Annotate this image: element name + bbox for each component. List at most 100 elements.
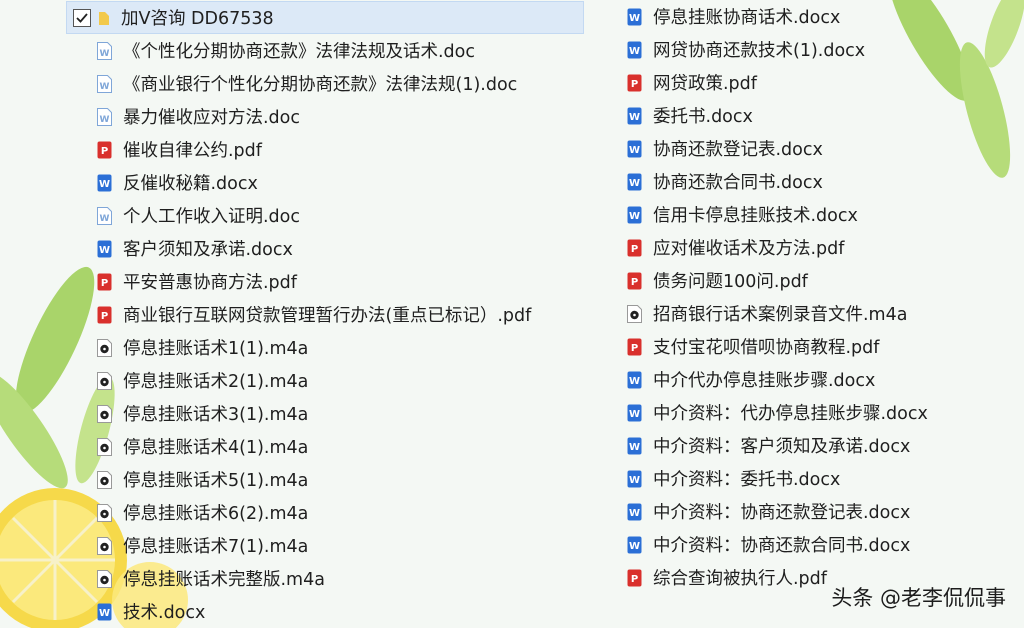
svg-text:W: W	[100, 49, 110, 59]
folder-header-row[interactable]: 加V咨询 DD67538	[66, 1, 584, 34]
file-row[interactable]: W 信用卡停息挂账技术.docx	[626, 198, 966, 231]
file-name: 反催收秘籍.docx	[123, 174, 258, 194]
file-name: 协商还款合同书.docx	[653, 173, 823, 193]
svg-text:P: P	[631, 574, 638, 585]
file-row[interactable]: W 中介资料：委托书.docx	[626, 462, 966, 495]
file-row[interactable]: W 委托书.docx	[626, 99, 966, 132]
svg-text:P: P	[101, 311, 108, 322]
checkbox[interactable]	[73, 8, 91, 27]
file-name: 中介代办停息挂账步骤.docx	[653, 371, 876, 391]
file-row[interactable]: W 中介代办停息挂账步骤.docx	[626, 363, 966, 396]
svg-text:W: W	[629, 112, 640, 123]
svg-text:W: W	[629, 475, 640, 486]
svg-text:W: W	[629, 376, 640, 387]
audio-file-icon	[96, 437, 113, 457]
file-row[interactable]: W 《商业银行个性化分期协商还款》法律法规(1).doc	[66, 67, 586, 100]
word-doc-file-icon: W	[96, 41, 113, 61]
file-name: 信用卡停息挂账技术.docx	[653, 206, 858, 226]
pdf-file-icon: P	[626, 337, 643, 357]
file-name: 停息挂账话术4(1).m4a	[123, 438, 309, 458]
svg-text:W: W	[629, 46, 640, 57]
file-row[interactable]: 停息挂账话术1(1).m4a	[66, 331, 586, 364]
file-name: 个人工作收入证明.doc	[123, 207, 300, 227]
folder-title: 加V咨询 DD67538	[121, 9, 274, 29]
file-row[interactable]: W 个人工作收入证明.doc	[66, 199, 586, 232]
file-row[interactable]: W 网贷协商还款技术(1).docx	[626, 33, 966, 66]
svg-text:W: W	[100, 82, 110, 92]
audio-file-icon	[96, 470, 113, 490]
word-docx-file-icon: W	[96, 173, 113, 193]
svg-text:P: P	[631, 277, 638, 288]
file-name: 中介资料：委托书.docx	[653, 470, 841, 490]
file-row[interactable]: W 暴力催收应对方法.doc	[66, 100, 586, 133]
file-row[interactable]: W 客户须知及承诺.docx	[66, 232, 586, 265]
file-row[interactable]: P 债务问题100问.pdf	[626, 264, 966, 297]
svg-text:W: W	[629, 178, 640, 189]
file-row[interactable]: W 协商还款登记表.docx	[626, 132, 966, 165]
file-name: 停息挂账话术1(1).m4a	[123, 339, 309, 359]
word-docx-file-icon: W	[626, 469, 643, 489]
svg-text:P: P	[101, 146, 108, 157]
file-name: 网贷协商还款技术(1).docx	[653, 41, 866, 61]
file-name: 支付宝花呗借呗协商教程.pdf	[653, 338, 880, 358]
file-row[interactable]: 停息挂账话术3(1).m4a	[66, 397, 586, 430]
file-row[interactable]: 停息挂账话术2(1).m4a	[66, 364, 586, 397]
file-row[interactable]: W 中介资料：协商还款合同书.docx	[626, 528, 966, 561]
file-name: 停息挂账话术6(2).m4a	[123, 504, 309, 524]
svg-text:W: W	[629, 145, 640, 156]
svg-text:W: W	[629, 541, 640, 552]
pdf-file-icon: P	[96, 305, 113, 325]
folder-icon	[99, 11, 109, 25]
audio-file-icon	[626, 304, 643, 324]
file-row[interactable]: W 中介资料：客户须知及承诺.docx	[626, 429, 966, 462]
file-row[interactable]: 停息挂账话术5(1).m4a	[66, 463, 586, 496]
file-name: 停息挂账话术完整版.m4a	[123, 570, 325, 590]
file-name: 中介资料：代办停息挂账步骤.docx	[653, 404, 928, 424]
file-name: 暴力催收应对方法.doc	[123, 108, 300, 128]
file-row[interactable]: 停息挂账话术完整版.m4a	[66, 562, 586, 595]
file-row[interactable]: P 商业银行互联网贷款管理暂行办法(重点已标记）.pdf	[66, 298, 586, 331]
word-docx-file-icon: W	[626, 106, 643, 126]
file-row[interactable]: P 平安普惠协商方法.pdf	[66, 265, 586, 298]
file-row[interactable]: 停息挂账话术4(1).m4a	[66, 430, 586, 463]
svg-text:W: W	[629, 13, 640, 24]
file-name: 中介资料：协商还款合同书.docx	[653, 536, 911, 556]
file-row[interactable]: 停息挂账话术6(2).m4a	[66, 496, 586, 529]
word-doc-file-icon: W	[96, 74, 113, 94]
file-name: 《商业银行个性化分期协商还款》法律法规(1).doc	[123, 75, 518, 95]
svg-text:W: W	[99, 245, 110, 256]
word-doc-file-icon: W	[96, 206, 113, 226]
file-name: 停息挂账话术3(1).m4a	[123, 405, 309, 425]
svg-text:P: P	[101, 278, 108, 289]
file-row[interactable]: W 技术.docx	[66, 595, 586, 628]
file-row[interactable]: P 支付宝花呗借呗协商教程.pdf	[626, 330, 966, 363]
file-row[interactable]: W 停息挂账协商话术.docx	[626, 0, 966, 33]
file-name: 《个性化分期协商还款》法律法规及话术.doc	[123, 42, 475, 62]
file-row[interactable]: W 中介资料：协商还款登记表.docx	[626, 495, 966, 528]
word-docx-file-icon: W	[626, 403, 643, 423]
svg-text:P: P	[631, 79, 638, 90]
file-row[interactable]: P 网贷政策.pdf	[626, 66, 966, 99]
pdf-file-icon: P	[626, 271, 643, 291]
svg-text:W: W	[100, 214, 110, 224]
file-row[interactable]: P 应对催收话术及方法.pdf	[626, 231, 966, 264]
pdf-file-icon: P	[96, 272, 113, 292]
file-row[interactable]: W 反催收秘籍.docx	[66, 166, 586, 199]
file-row[interactable]: W 中介资料：代办停息挂账步骤.docx	[626, 396, 966, 429]
file-name: 停息挂账话术7(1).m4a	[123, 537, 309, 557]
word-docx-file-icon: W	[626, 139, 643, 159]
svg-text:W: W	[629, 442, 640, 453]
file-name: 停息挂账话术2(1).m4a	[123, 372, 309, 392]
word-docx-file-icon: W	[626, 502, 643, 522]
file-row[interactable]: 停息挂账话术7(1).m4a	[66, 529, 586, 562]
audio-file-icon	[96, 536, 113, 556]
file-row[interactable]: 招商银行话术案例录音文件.m4a	[626, 297, 966, 330]
file-row[interactable]: W 协商还款合同书.docx	[626, 165, 966, 198]
word-docx-file-icon: W	[626, 172, 643, 192]
file-row[interactable]: W 《个性化分期协商还款》法律法规及话术.doc	[66, 34, 586, 67]
file-name: 停息挂账协商话术.docx	[653, 8, 841, 28]
file-name: 应对催收话术及方法.pdf	[653, 239, 845, 259]
pdf-file-icon: P	[626, 73, 643, 93]
svg-text:W: W	[100, 115, 110, 125]
file-row[interactable]: P 催收自律公约.pdf	[66, 133, 586, 166]
